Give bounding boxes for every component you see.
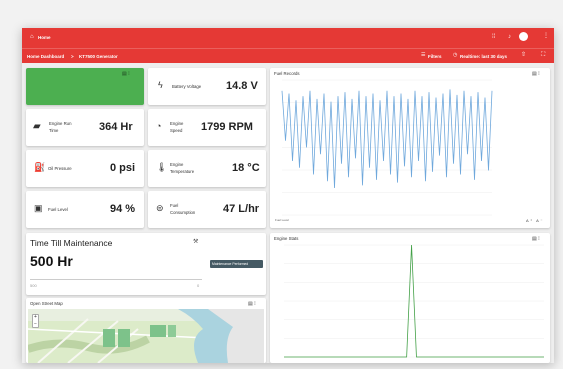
home-link[interactable]: Home	[38, 35, 51, 41]
more-vert-icon[interactable]: ⋮	[543, 33, 549, 39]
app-bar: ⌂ Home ⁞⁞ ♪ ⋮	[22, 28, 554, 48]
engine-icon: ▰	[33, 121, 41, 132]
fuel-zoom-tools[interactable]: A⁺ A⁻	[526, 218, 544, 223]
upload-icon[interactable]: ⇧	[521, 52, 526, 58]
thermometer-icon: 🌡	[156, 162, 168, 172]
dashboard-screen: ⌂ Home ⁞⁞ ♪ ⋮ Home Dashboard > KT7500 Ge…	[22, 28, 554, 363]
account-circle-icon[interactable]	[519, 32, 528, 41]
oil-pressure-value: 0 psi	[110, 162, 136, 174]
engine-temperature-label-1: Engine	[170, 162, 184, 167]
fuel-gauge-icon: ▣	[34, 203, 43, 213]
map-card: Open Street Map ▤⁞ + −	[26, 298, 266, 363]
engine-run-time-label-1: Engine Run	[49, 121, 72, 126]
maintenance-performed-button[interactable]: Maintenance Performed	[210, 260, 263, 268]
engine-run-time-label-2: Time	[49, 128, 59, 133]
breadcrumb-current: KT7500 Generator	[79, 54, 118, 59]
breadcrumb: Home Dashboard > KT7500 Generator ☰ Filt…	[22, 48, 554, 63]
fullscreen-icon[interactable]: ⛶	[541, 52, 545, 58]
series-line	[281, 89, 493, 189]
fuel-records-card: Fuel Records ▤⁞ Fuel Level A⁺ A⁻	[270, 68, 550, 228]
fuel-level-value: 94 %	[110, 203, 136, 215]
oil-pressure-label: Oil Pressure	[48, 166, 72, 171]
engine-speed-label-1: Engine	[170, 121, 184, 126]
engine-speed-label-2: Speed	[170, 128, 183, 133]
map-view[interactable]	[28, 309, 264, 363]
maintenance-progress-track	[30, 279, 202, 280]
fuel-records-chart	[281, 79, 493, 216]
wrench-icon[interactable]: ⚒	[193, 238, 198, 245]
engine-speed-tile: ◔ Engine Speed 1799 RPM	[148, 109, 266, 146]
maintenance-performed-label: Maintenance Performed	[212, 262, 249, 266]
filter-icon[interactable]: ☰	[421, 53, 425, 58]
breadcrumb-parent[interactable]: Home Dashboard	[27, 54, 64, 60]
fuel-legend[interactable]: Fuel Level	[275, 219, 289, 222]
fuel-consumption-tile: ⊜ Fuel Consumption 47 L/hr	[148, 191, 266, 228]
speedometer-icon: ◔	[156, 121, 162, 131]
maintenance-value: 500 Hr	[30, 253, 73, 269]
oil-pressure-tile: ⛽ Oil Pressure 0 psi	[26, 150, 144, 187]
fuel-consumption-icon: ⊜	[156, 203, 164, 213]
map-title: Open Street Map	[30, 301, 63, 306]
fuel-consumption-value: 47 L/hr	[223, 203, 260, 215]
tile-tools[interactable]: ▤⁞	[122, 71, 131, 77]
engine-stats-card: Engine Stats ▤⁞	[270, 233, 550, 363]
map-zoom-control: + −	[32, 314, 39, 328]
engine-run-time-tile: ▰ Engine Run Time 364 Hr	[26, 109, 144, 146]
clock-icon[interactable]: ◷	[453, 53, 457, 58]
status-tile: ▤⁞	[26, 68, 144, 105]
grid-icon[interactable]: ⁞⁞	[492, 34, 495, 40]
fuel-consumption-label-1: Fuel	[170, 203, 179, 208]
battery-voltage-label: Battery Voltage	[172, 84, 202, 89]
window-frame: ⌂ Home ⁞⁞ ♪ ⋮ Home Dashboard > KT7500 Ge…	[0, 0, 563, 369]
map-zoom-out-button[interactable]: −	[34, 321, 37, 327]
timewindow-button[interactable]: Realtime: last 30 days	[460, 54, 507, 60]
card-tools[interactable]: ▤⁞	[248, 301, 257, 307]
battery-voltage-tile: ϟ Battery Voltage 14.8 V	[148, 68, 266, 105]
home-icon[interactable]: ⌂	[30, 34, 34, 40]
engine-run-time-value: 364 Hr	[99, 121, 133, 133]
engine-speed-value: 1799 RPM	[201, 121, 253, 133]
engine-stats-chart	[284, 244, 544, 358]
engine-temperature-value: 18 °C	[232, 162, 260, 174]
maintenance-scale-min: 500	[30, 283, 37, 288]
map-zoom-in-button[interactable]: +	[34, 314, 37, 320]
engine-temperature-label-2: Temperature	[170, 169, 195, 174]
battery-icon: ϟ	[158, 80, 163, 90]
maintenance-card: Time Till Maintenance ⚒ 500 Hr 500 0 Mai…	[26, 233, 266, 295]
oil-can-icon: ⛽	[34, 162, 46, 172]
fuel-level-tile: ▣ Fuel Level 94 %	[26, 191, 144, 228]
bell-icon[interactable]: ♪	[508, 34, 511, 40]
fuel-level-label: Fuel Level	[48, 207, 68, 212]
engine-temperature-tile: 🌡 Engine Temperature 18 °C	[148, 150, 266, 187]
maintenance-title: Time Till Maintenance	[30, 238, 113, 248]
maintenance-scale-max: 0	[197, 283, 200, 288]
battery-voltage-value: 14.8 V	[226, 80, 258, 92]
filters-button[interactable]: Filters	[428, 54, 442, 60]
fuel-consumption-label-2: Consumption	[170, 210, 196, 215]
breadcrumb-separator: >	[71, 54, 74, 59]
